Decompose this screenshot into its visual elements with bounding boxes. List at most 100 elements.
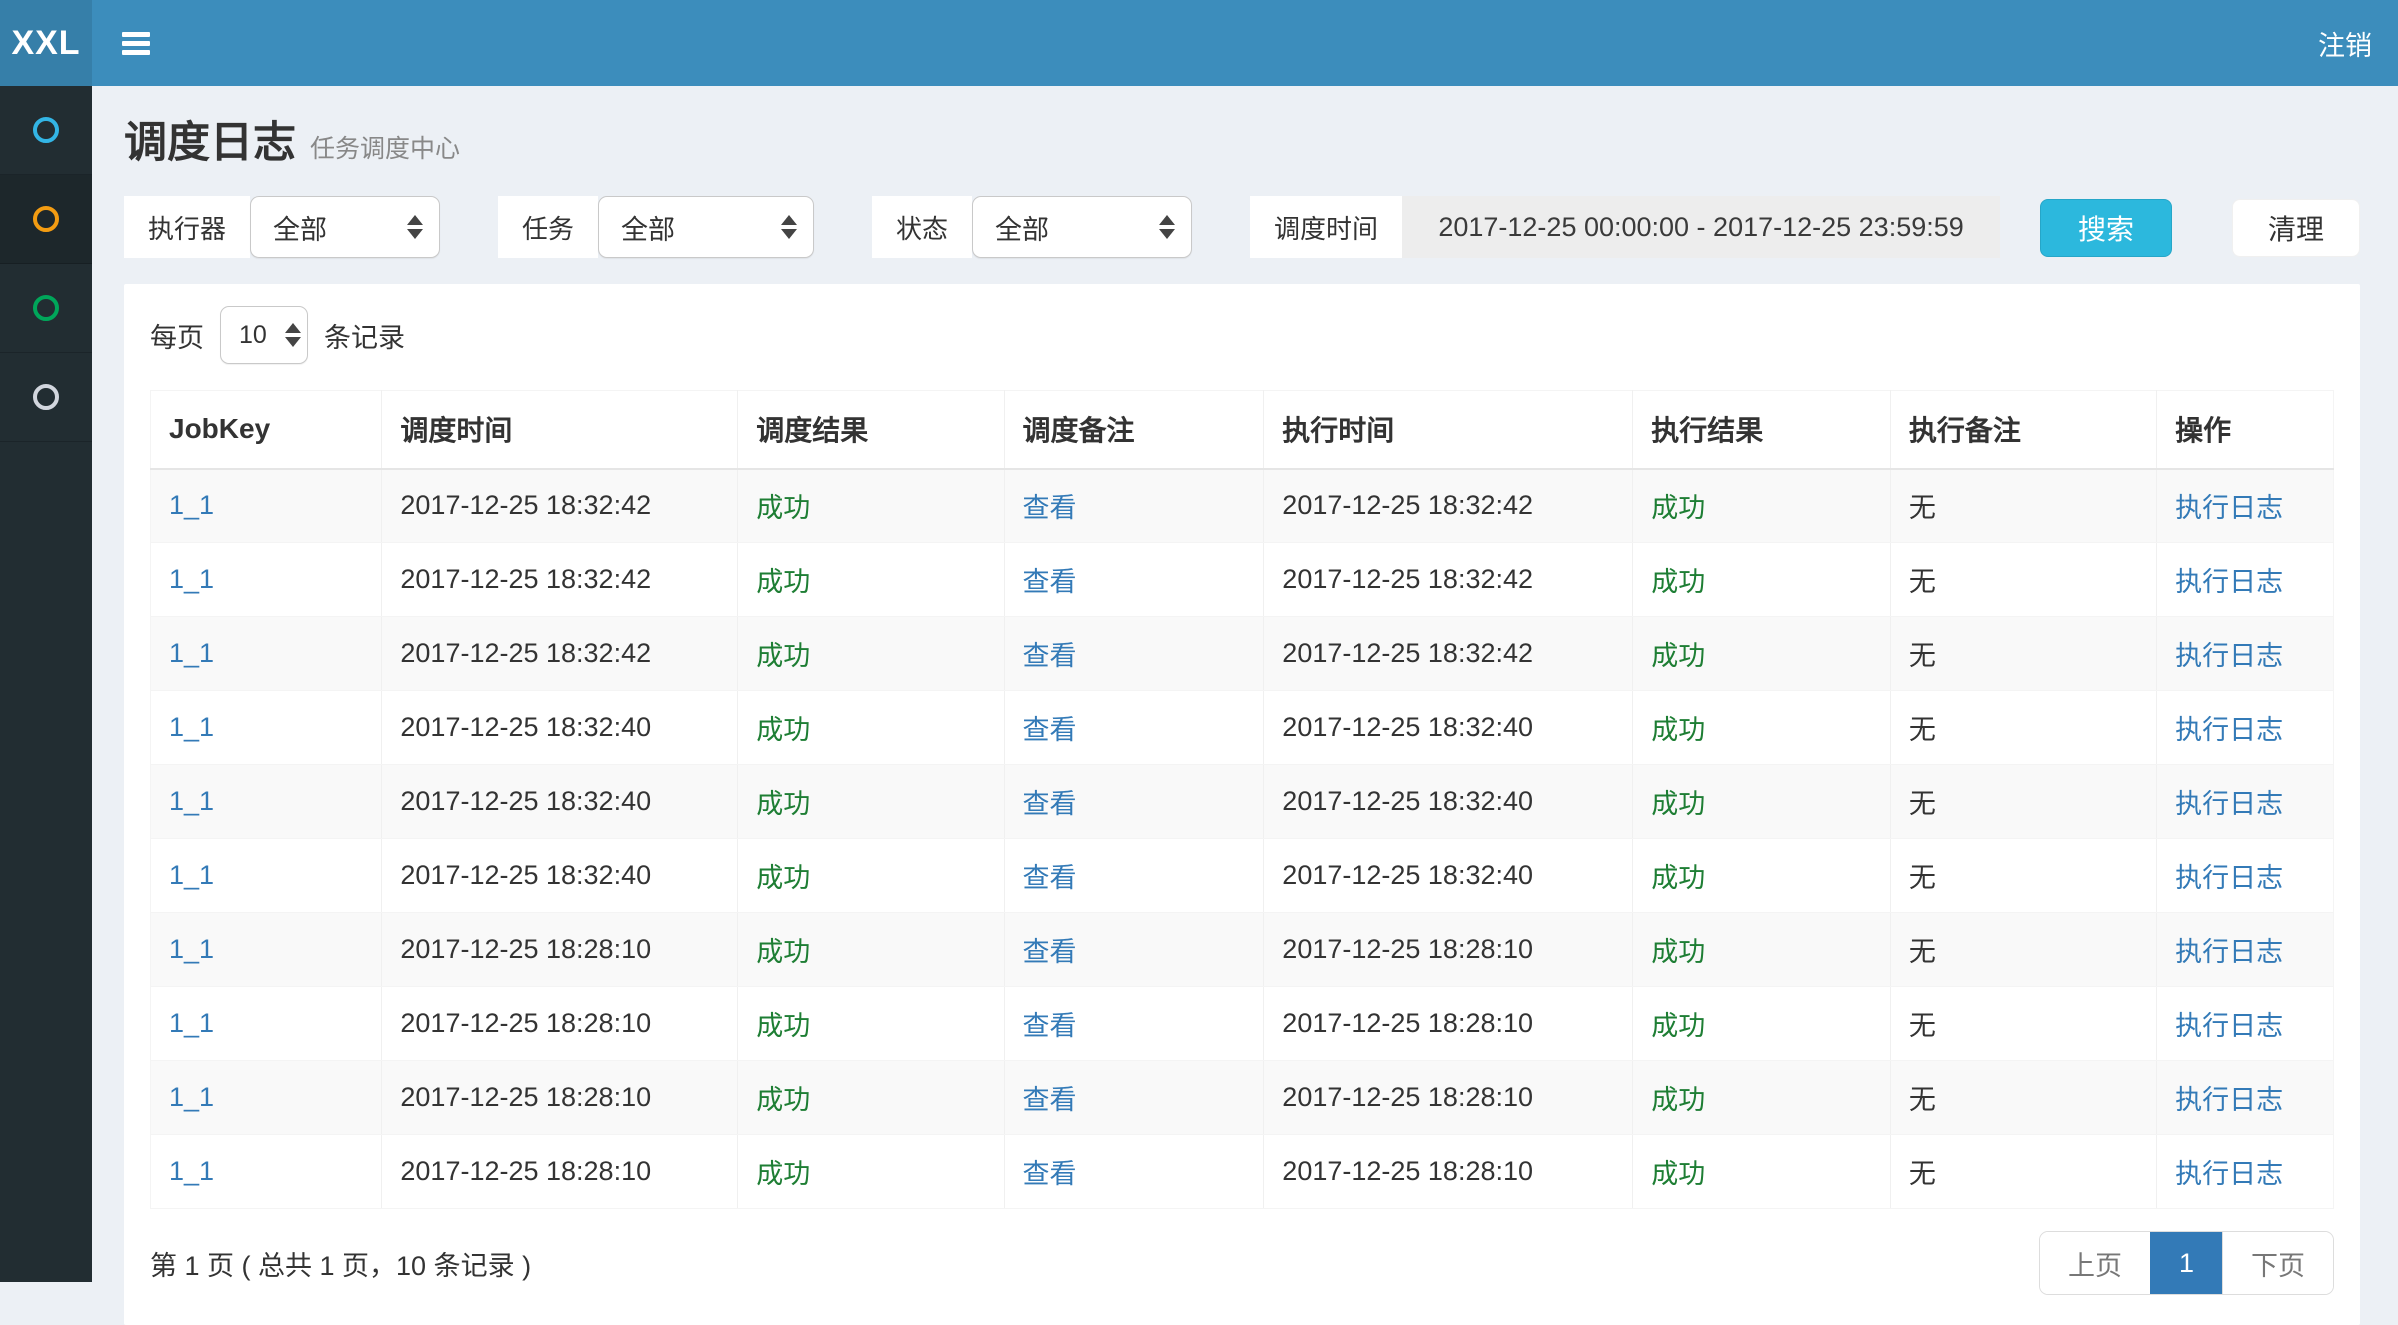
trigger-remark-link[interactable]: 查看 bbox=[1004, 913, 1264, 987]
jobkey-link[interactable]: 1_1 bbox=[151, 617, 382, 691]
table-header-row: JobKey调度时间调度结果调度备注执行时间执行结果执行备注操作 bbox=[151, 391, 2334, 469]
trigger-result-cell: 成功 bbox=[738, 839, 1004, 913]
nav-job-log[interactable] bbox=[0, 175, 92, 264]
jobkey-link[interactable]: 1_1 bbox=[151, 543, 382, 617]
column-header: 调度时间 bbox=[382, 391, 738, 469]
trigger-time-cell: 2017-12-25 18:32:42 bbox=[382, 543, 738, 617]
trigger-result-cell: 成功 bbox=[738, 691, 1004, 765]
circle-icon bbox=[33, 117, 59, 143]
status-filter-label: 状态 bbox=[872, 196, 972, 258]
exec-log-link[interactable]: 执行日志 bbox=[2157, 1061, 2334, 1135]
nav-help[interactable] bbox=[0, 353, 92, 442]
jobkey-link[interactable]: 1_1 bbox=[151, 1135, 382, 1209]
time-range-input[interactable] bbox=[1402, 196, 2000, 258]
handle-time-cell: 2017-12-25 18:32:42 bbox=[1264, 469, 1633, 543]
jobkey-link[interactable]: 1_1 bbox=[151, 987, 382, 1061]
trigger-remark-link[interactable]: 查看 bbox=[1004, 987, 1264, 1061]
log-table: JobKey调度时间调度结果调度备注执行时间执行结果执行备注操作 1_1 201… bbox=[150, 390, 2334, 1209]
current-page-button[interactable]: 1 bbox=[2150, 1232, 2222, 1294]
exec-log-link[interactable]: 执行日志 bbox=[2157, 691, 2334, 765]
executor-select-value: 全部 bbox=[273, 208, 389, 247]
jobkey-link[interactable]: 1_1 bbox=[151, 839, 382, 913]
main-content: 调度日志 任务调度中心 执行器 全部 任务 全部 状态 全部 bbox=[92, 86, 2398, 1282]
jobkey-link[interactable]: 1_1 bbox=[151, 913, 382, 987]
handle-remark-cell: 无 bbox=[1890, 691, 2156, 765]
pagination-summary: 第 1 页 ( 总共 1 页，10 条记录 ) bbox=[150, 1244, 531, 1283]
sidebar-toggle-icon[interactable] bbox=[122, 28, 150, 59]
trigger-result-cell: 成功 bbox=[738, 765, 1004, 839]
time-filter-label: 调度时间 bbox=[1250, 196, 1402, 258]
trigger-time-cell: 2017-12-25 18:32:42 bbox=[382, 617, 738, 691]
trigger-remark-link[interactable]: 查看 bbox=[1004, 543, 1264, 617]
clear-button[interactable]: 清理 bbox=[2232, 199, 2360, 257]
exec-log-link[interactable]: 执行日志 bbox=[2157, 617, 2334, 691]
exec-log-link[interactable]: 执行日志 bbox=[2157, 765, 2334, 839]
page-subtitle: 任务调度中心 bbox=[310, 129, 460, 165]
exec-log-link[interactable]: 执行日志 bbox=[2157, 469, 2334, 543]
handle-time-cell: 2017-12-25 18:32:40 bbox=[1264, 691, 1633, 765]
handle-remark-cell: 无 bbox=[1890, 1135, 2156, 1209]
page-size-select[interactable]: 10 bbox=[220, 306, 308, 364]
handle-time-cell: 2017-12-25 18:32:42 bbox=[1264, 617, 1633, 691]
handle-remark-cell: 无 bbox=[1890, 839, 2156, 913]
handle-result-cell: 成功 bbox=[1633, 469, 1891, 543]
table-row: 1_1 2017-12-25 18:28:10 成功 查看 2017-12-25… bbox=[151, 1061, 2334, 1135]
search-button[interactable]: 搜索 bbox=[2040, 199, 2172, 257]
handle-remark-cell: 无 bbox=[1890, 469, 2156, 543]
handle-result-cell: 成功 bbox=[1633, 1135, 1891, 1209]
exec-log-link[interactable]: 执行日志 bbox=[2157, 1135, 2334, 1209]
trigger-remark-link[interactable]: 查看 bbox=[1004, 691, 1264, 765]
pagination: 上页 1 下页 bbox=[2039, 1231, 2334, 1295]
trigger-result-cell: 成功 bbox=[738, 987, 1004, 1061]
table-row: 1_1 2017-12-25 18:28:10 成功 查看 2017-12-25… bbox=[151, 1135, 2334, 1209]
jobkey-link[interactable]: 1_1 bbox=[151, 691, 382, 765]
table-row: 1_1 2017-12-25 18:32:40 成功 查看 2017-12-25… bbox=[151, 839, 2334, 913]
column-header: 操作 bbox=[2157, 391, 2334, 469]
circle-icon bbox=[33, 206, 59, 232]
trigger-remark-link[interactable]: 查看 bbox=[1004, 839, 1264, 913]
executor-select[interactable]: 全部 bbox=[250, 196, 440, 258]
handle-remark-cell: 无 bbox=[1890, 1061, 2156, 1135]
table-row: 1_1 2017-12-25 18:32:40 成功 查看 2017-12-25… bbox=[151, 765, 2334, 839]
job-select[interactable]: 全部 bbox=[598, 196, 814, 258]
exec-log-link[interactable]: 执行日志 bbox=[2157, 987, 2334, 1061]
column-header: 执行结果 bbox=[1633, 391, 1891, 469]
jobkey-link[interactable]: 1_1 bbox=[151, 1061, 382, 1135]
jobkey-link[interactable]: 1_1 bbox=[151, 469, 382, 543]
page-size-suffix: 条记录 bbox=[324, 316, 405, 355]
handle-time-cell: 2017-12-25 18:32:40 bbox=[1264, 765, 1633, 839]
trigger-time-cell: 2017-12-25 18:28:10 bbox=[382, 1061, 738, 1135]
jobkey-link[interactable]: 1_1 bbox=[151, 765, 382, 839]
table-row: 1_1 2017-12-25 18:32:42 成功 查看 2017-12-25… bbox=[151, 469, 2334, 543]
trigger-remark-link[interactable]: 查看 bbox=[1004, 1135, 1264, 1209]
handle-result-cell: 成功 bbox=[1633, 913, 1891, 987]
nav-dashboard[interactable] bbox=[0, 86, 92, 175]
trigger-remark-link[interactable]: 查看 bbox=[1004, 617, 1264, 691]
exec-log-link[interactable]: 执行日志 bbox=[2157, 543, 2334, 617]
table-row: 1_1 2017-12-25 18:32:42 成功 查看 2017-12-25… bbox=[151, 617, 2334, 691]
handle-remark-cell: 无 bbox=[1890, 913, 2156, 987]
page-size-prefix: 每页 bbox=[150, 316, 204, 355]
exec-log-link[interactable]: 执行日志 bbox=[2157, 839, 2334, 913]
page-size-control: 每页 10 条记录 bbox=[150, 306, 2334, 364]
status-select[interactable]: 全部 bbox=[972, 196, 1192, 258]
executor-filter-label: 执行器 bbox=[124, 196, 250, 258]
trigger-result-cell: 成功 bbox=[738, 617, 1004, 691]
next-page-button[interactable]: 下页 bbox=[2222, 1232, 2333, 1294]
job-select-value: 全部 bbox=[621, 208, 763, 247]
select-arrows-icon bbox=[781, 215, 797, 239]
trigger-remark-link[interactable]: 查看 bbox=[1004, 469, 1264, 543]
trigger-result-cell: 成功 bbox=[738, 1135, 1004, 1209]
app-logo[interactable]: XXL bbox=[0, 0, 92, 86]
handle-result-cell: 成功 bbox=[1633, 987, 1891, 1061]
trigger-remark-link[interactable]: 查看 bbox=[1004, 765, 1264, 839]
logout-link[interactable]: 注销 bbox=[2318, 24, 2372, 63]
nav-executor[interactable] bbox=[0, 264, 92, 353]
trigger-remark-link[interactable]: 查看 bbox=[1004, 1061, 1264, 1135]
prev-page-button[interactable]: 上页 bbox=[2040, 1232, 2150, 1294]
table-row: 1_1 2017-12-25 18:28:10 成功 查看 2017-12-25… bbox=[151, 987, 2334, 1061]
exec-log-link[interactable]: 执行日志 bbox=[2157, 913, 2334, 987]
trigger-time-cell: 2017-12-25 18:28:10 bbox=[382, 987, 738, 1061]
table-row: 1_1 2017-12-25 18:32:42 成功 查看 2017-12-25… bbox=[151, 543, 2334, 617]
trigger-result-cell: 成功 bbox=[738, 1061, 1004, 1135]
